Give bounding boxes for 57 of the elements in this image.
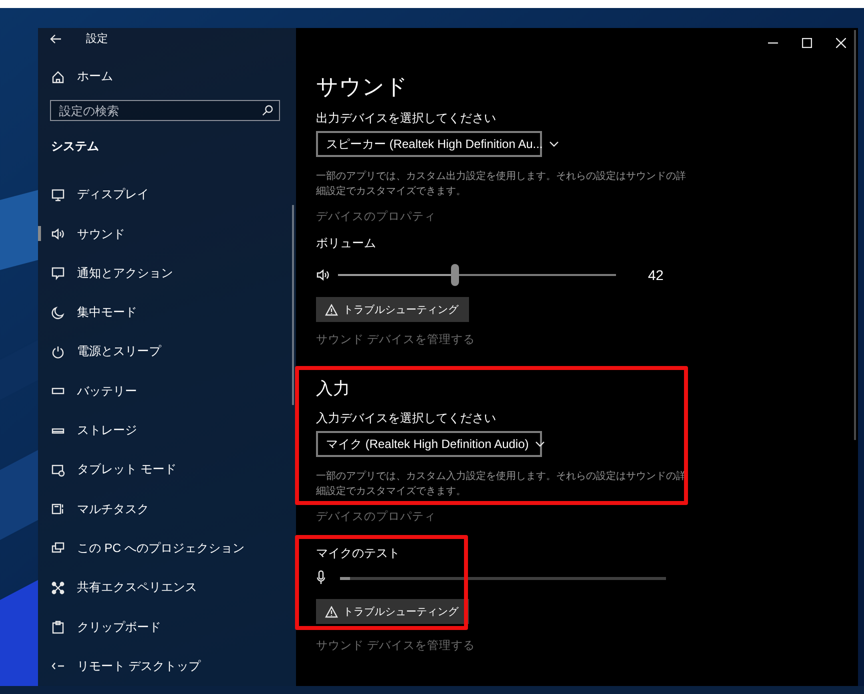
description-text: 一部のアプリでは、カスタム出力設定を使用します。それらの設定はサウンドの詳細設定でカスタマイズできます。 [316, 170, 687, 199]
message-icon [51, 266, 65, 280]
sidebar-item[interactable]: タブレット モード [38, 450, 277, 490]
sidebar-item[interactable]: バッテリー [38, 372, 277, 411]
search-field[interactable]: 設定の検索 [50, 100, 280, 122]
volume-value: 42 [648, 267, 664, 283]
window-title: 設定 [86, 32, 108, 46]
power-icon [51, 344, 65, 359]
sidebar-item[interactable]: 通知とアクション [38, 254, 277, 294]
moon-icon [51, 306, 65, 320]
tablet-icon [51, 462, 65, 477]
warning-icon [325, 606, 338, 618]
device-dropdown[interactable]: マイク (Realtek High Definition Audio) [316, 431, 542, 457]
share-icon [51, 580, 65, 595]
field-label: 入力デバイスを選択してください [316, 410, 496, 426]
properties-link[interactable]: デバイスのプロパティ [316, 509, 436, 525]
sidebar-item[interactable]: マルチタスク [38, 490, 277, 529]
sidebar-item[interactable]: ストレージ [38, 410, 277, 450]
troubleshoot-button[interactable]: トラブルシューティング [316, 599, 468, 624]
sidebar-item[interactable]: ディスプレイ [38, 175, 277, 214]
multitask-icon [51, 502, 65, 516]
scrollbar[interactable] [854, 30, 856, 440]
speaker-icon [316, 268, 330, 282]
chevron-down-icon [548, 141, 559, 147]
sidebar-item[interactable]: クリップボード [38, 607, 277, 647]
microphone-icon [316, 570, 326, 586]
clipboard-icon [51, 620, 65, 634]
scrollbar[interactable] [292, 205, 294, 405]
sidebar-item[interactable]: 共有エクスペリエンス [38, 568, 277, 608]
home-icon [51, 70, 65, 84]
section-heading: 入力 [316, 378, 350, 400]
sidebar-item[interactable]: 電源とスリープ [38, 332, 277, 372]
field-label: ボリューム [316, 235, 376, 251]
manage-devices-link[interactable]: サウンド デバイスを管理する [316, 332, 476, 348]
warning-icon [325, 304, 338, 316]
troubleshoot-button[interactable]: トラブルシューティング [316, 297, 468, 322]
field-label: 出力デバイスを選択してください [316, 110, 496, 126]
sidebar-item[interactable]: 集中モード [38, 293, 277, 332]
speaker-icon [51, 227, 65, 242]
section-heading: システム [51, 138, 100, 156]
sidebar-item[interactable]: この PC へのプロジェクション [38, 528, 277, 568]
properties-link[interactable]: デバイスのプロパティ [316, 209, 436, 225]
volume-slider[interactable] [338, 264, 616, 286]
monitor-icon [51, 188, 65, 202]
chevron-down-icon [534, 441, 545, 447]
projector-icon [51, 541, 65, 556]
home-link[interactable]: ホーム [51, 68, 296, 86]
manage-devices-link[interactable]: サウンド デバイスを管理する [316, 638, 476, 654]
sidebar-item[interactable]: リモート デスクトップ [38, 646, 277, 686]
close-icon[interactable] [836, 38, 846, 48]
back-icon [50, 34, 62, 44]
maximize-icon[interactable] [802, 38, 812, 48]
sidebar-item[interactable]: サウンド [38, 214, 277, 254]
field-label: マイクのテスト [316, 545, 400, 561]
page-title: サウンド [316, 74, 408, 100]
slider-thumb[interactable] [450, 264, 459, 286]
search-icon [261, 104, 274, 118]
